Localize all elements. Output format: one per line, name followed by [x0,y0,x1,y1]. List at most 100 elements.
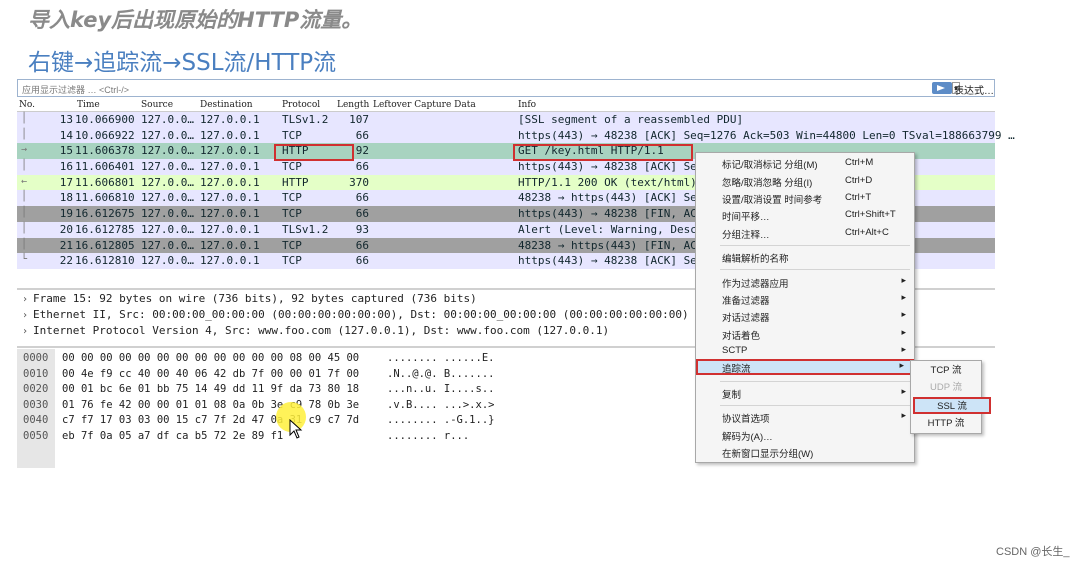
cell-no: 20 [59,222,73,236]
expand-chevron-icon[interactable]: › [17,326,33,337]
cell-time: 16.612805 [75,238,135,252]
cell-length: 66 [355,207,369,221]
submenu-arrow-icon: ▸ [901,410,906,420]
col-leftover[interactable]: Leftover Capture Data [373,100,476,110]
cell-no: 22 [59,254,73,268]
cell-protocol: TCP [282,207,302,221]
menu-item-time-reference[interactable]: 设置/取消设置 时间参考 Ctrl+T [696,190,914,206]
cell-protocol: TCP [282,160,302,174]
hex-ascii: ........ r... [387,429,470,442]
submenu-arrow-icon: ▸ [901,327,906,337]
submenu-item-http-stream[interactable]: HTTP 流 [911,416,981,433]
hex-bytes: 00 4e f9 cc 40 00 40 06 42 db 7f 00 00 0… [62,367,360,380]
cell-info: https(443) → 48238 [ACK] Seq=1276 Ack=50… [518,128,1015,142]
cell-info: [SSL segment of a reassembled PDU] [518,113,744,126]
col-info[interactable]: Info [518,100,536,110]
cell-source: 127.0.0… [141,207,194,221]
menu-item-colorize-conversation[interactable]: 对话着色 ▸ [696,326,914,342]
submenu-arrow-icon: ▸ [901,292,906,302]
cell-info: HTTP/1.1 200 OK (text/html) [518,175,697,189]
hex-ascii: ........ .-G.1..} [387,414,495,426]
expression-button[interactable]: 表达式… [954,82,994,97]
cell-protocol: TCP [282,238,302,252]
cell-destination: 127.0.0.1 [200,207,260,221]
menu-item-conversation-filter[interactable]: 对话过滤器 ▸ [696,308,914,324]
menu-item-time-shift[interactable]: 时间平移… Ctrl+Shift+T [696,207,914,223]
cell-time: 16.612785 [75,222,135,236]
apply-filter-arrow-icon[interactable] [932,82,952,94]
col-protocol[interactable]: Protocol [282,100,320,110]
col-length[interactable]: Length [337,100,369,110]
menu-item-sctp[interactable]: SCTP ▸ [696,343,914,359]
menu-item-apply-as-filter[interactable]: 作为过滤器应用 ▸ [696,274,914,290]
cell-destination: 127.0.0.1 [200,160,260,174]
cell-no: 17 [59,175,73,189]
cell-time: 10.066922 [75,128,135,142]
cell-protocol: TCP [282,191,302,205]
menu-item-protocol-preferences[interactable]: 协议首选项 ▸ [696,409,914,425]
cell-no: 13 [59,113,73,126]
col-source[interactable]: Source [141,100,173,110]
col-destination[interactable]: Destination [200,100,253,110]
cell-time: 11.606378 [75,144,135,158]
info-highlight-box [513,144,693,161]
col-no[interactable]: No. [19,100,35,110]
cell-protocol: TLSv1.2 [282,113,329,126]
hex-offset: 0000 [23,352,49,364]
menu-item-packet-comment[interactable]: 分组注释… Ctrl+Alt+C [696,225,914,241]
menu-item-copy[interactable]: 复制 ▸ [696,385,914,401]
cell-time: 11.606401 [75,160,135,174]
packet-row[interactable]: │ 14 10.066922 127.0.0… 127.0.0.1 TCP 66 https(… [17,127,1015,144]
cell-protocol: HTTP [282,175,309,189]
cell-destination: 127.0.0.1 [200,191,260,205]
cell-source: 127.0.0… [141,113,194,126]
menu-separator [720,405,910,406]
cell-destination: 127.0.0.1 [200,254,260,268]
menu-item-edit-resolved-name[interactable]: 编辑解析的名称 [696,249,914,265]
menu-item-decode-as[interactable]: 解码为(A)… [696,427,914,443]
cell-no: 16 [59,160,73,174]
cell-source: 127.0.0… [141,160,194,174]
hex-offset: 0020 [23,383,49,395]
cell-source: 127.0.0… [141,175,194,189]
menu-item-show-in-new-window[interactable]: 在新窗口显示分组(W) [696,444,914,460]
cell-destination: 127.0.0.1 [200,144,260,158]
cell-info: Alert (Level: Warning, Descr… [518,222,711,236]
cell-no: 15 [59,144,73,158]
submenu-item-tcp-stream[interactable]: TCP 流 [911,363,981,380]
mouse-pointer-icon [289,419,303,439]
col-time[interactable]: Time [77,100,100,110]
menu-separator [720,269,910,270]
packet-row[interactable]: │ 13 10.066900 127.0.0… 127.0.0.1 TLSv1.2 107[… [17,112,995,128]
submenu-item-ssl-stream[interactable]: SSL 流 [913,397,991,414]
cell-time: 10.066900 [75,113,135,126]
menu-item-follow-stream[interactable]: 追踪流 ▸ [696,359,914,375]
display-filter-bar[interactable]: 应用显示过滤器 … <Ctrl-/> ▾ 表达式… [17,79,995,97]
hex-bytes: c7 f7 17 03 03 00 15 c7 7f 2d 47 0a 31 c… [62,414,360,426]
follow-stream-submenu: TCP 流 UDP 流 SSL 流 HTTP 流 [910,360,991,434]
menu-separator [720,381,910,382]
context-menu: 标记/取消标记 分组(M) Ctrl+M 忽略/取消忽略 分组(I) Ctrl+D … [695,152,915,463]
cell-source: 127.0.0… [141,254,194,268]
cell-time: 16.612675 [75,207,135,221]
cell-destination: 127.0.0.1 [200,128,260,142]
expand-chevron-icon[interactable]: › [17,310,33,321]
menu-item-mark-packet[interactable]: 标记/取消标记 分组(M) Ctrl+M [696,155,914,171]
menu-item-prepare-filter[interactable]: 准备过滤器 ▸ [696,291,914,307]
cell-destination: 127.0.0.1 [200,113,260,126]
cell-destination: 127.0.0.1 [200,238,260,252]
cell-length: 66 [355,238,369,252]
watermark: CSDN @长生_ [996,546,1070,558]
hex-ascii: ........ ......E. [387,352,495,364]
cell-destination: 127.0.0.1 [200,222,260,236]
submenu-arrow-icon: ▸ [901,275,906,285]
cell-source: 127.0.0… [141,128,194,142]
hex-ascii: .N..@.@. B....... [387,367,495,380]
cell-time: 16.612810 [75,254,135,268]
hex-ascii: ...n..u. I....s.. [387,383,495,395]
hex-offset: 0010 [23,367,49,380]
heading-line-2: 右键→追踪流→SSL流/HTTP流 [28,50,337,76]
cell-time: 11.606810 [75,191,135,205]
menu-item-ignore-packet[interactable]: 忽略/取消忽略 分组(I) Ctrl+D [696,173,914,189]
expand-chevron-icon[interactable]: › [17,294,33,305]
